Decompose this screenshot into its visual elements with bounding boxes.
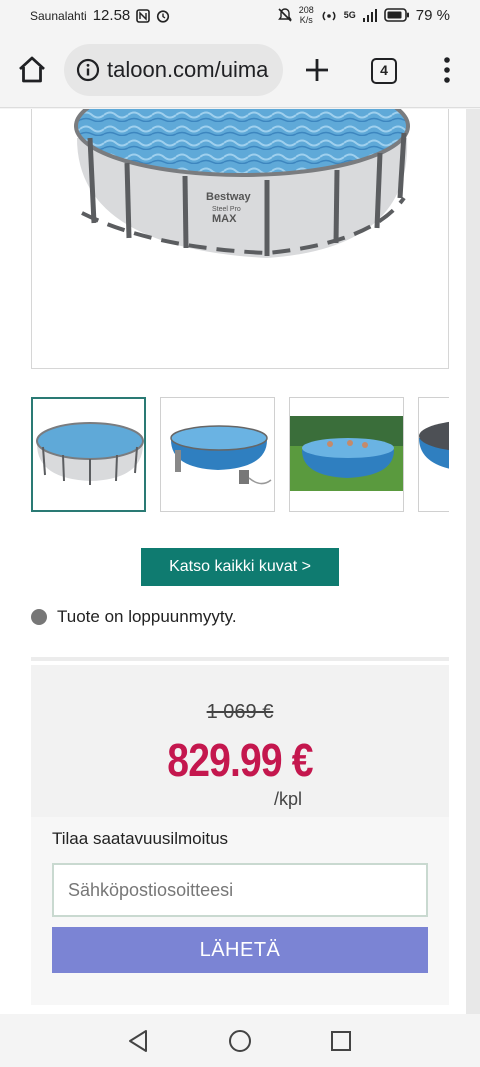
new-tab-icon[interactable] [302,54,332,86]
net-speed: 208 K/s [298,5,314,25]
stock-status: Tuote on loppuunmyyty. [31,607,237,627]
system-navigation-bar [0,1014,480,1067]
view-all-images-button[interactable]: Katso kaikki kuvat > [141,548,339,586]
svg-text:Steel Pro: Steel Pro [212,206,241,213]
submit-button[interactable]: LÄHETÄ [52,927,428,973]
hotspot-icon [322,11,336,21]
info-icon[interactable] [76,58,100,82]
url-text[interactable]: taloon.com/uima [107,57,268,83]
browser-toolbar: taloon.com/uima 4 [0,32,480,108]
thumbnail-pool-cover[interactable] [418,397,449,512]
stock-status-dot-icon [31,609,47,625]
old-price: 1 069 € [206,701,274,723]
page-content: Bestway Steel Pro MAX Katso kaikki kuvat… [0,109,480,1014]
address-bar[interactable]: taloon.com/uima [64,44,283,96]
availability-notification-form: Tilaa saatavuusilmoitus LÄHETÄ [31,817,449,1005]
scroll-gutter [466,109,480,1014]
home-icon[interactable] [16,54,48,86]
thumbnail-pool-front[interactable] [31,397,146,512]
stock-status-text: Tuote on loppuunmyyty. [57,607,237,626]
product-main-image[interactable]: Bestway Steel Pro MAX [31,109,449,369]
battery-icon [383,8,409,22]
notify-title: Tilaa saatavuusilmoitus [52,829,229,848]
thumbnail-pool-in-garden[interactable] [289,397,404,512]
brand-logo-text: Bestway [206,191,252,203]
tab-switcher-button[interactable]: 4 [371,58,397,84]
nfc-icon [136,8,151,23]
home-circle-icon[interactable] [228,1029,252,1053]
email-field[interactable] [52,863,428,917]
mute-icon [277,8,292,22]
carrier-label: Saunalahti [30,8,87,23]
battery-percent: 79 % [415,6,450,24]
more-menu-icon[interactable] [437,54,457,86]
back-icon[interactable] [127,1029,149,1053]
signal-icon [362,9,377,22]
current-price: 829.99 € [167,734,313,786]
thumbnail-pool-with-ladder-filter[interactable] [160,397,275,512]
status-bar: Saunalahti 12.58 208 K/s 5G 79 % [0,0,480,32]
recent-apps-icon[interactable] [331,1031,351,1051]
alarm-icon [157,9,170,23]
svg-text:MAX: MAX [212,213,237,225]
price-panel: 1 069 € 829.99 € /kpl Tilaa saatavuusilm… [31,665,449,1005]
clock: 12.58 [92,7,131,24]
thumbnail-strip [31,397,449,513]
price-unit: /kpl [274,789,303,809]
divider [31,657,449,661]
network-type: 5G [343,10,356,20]
